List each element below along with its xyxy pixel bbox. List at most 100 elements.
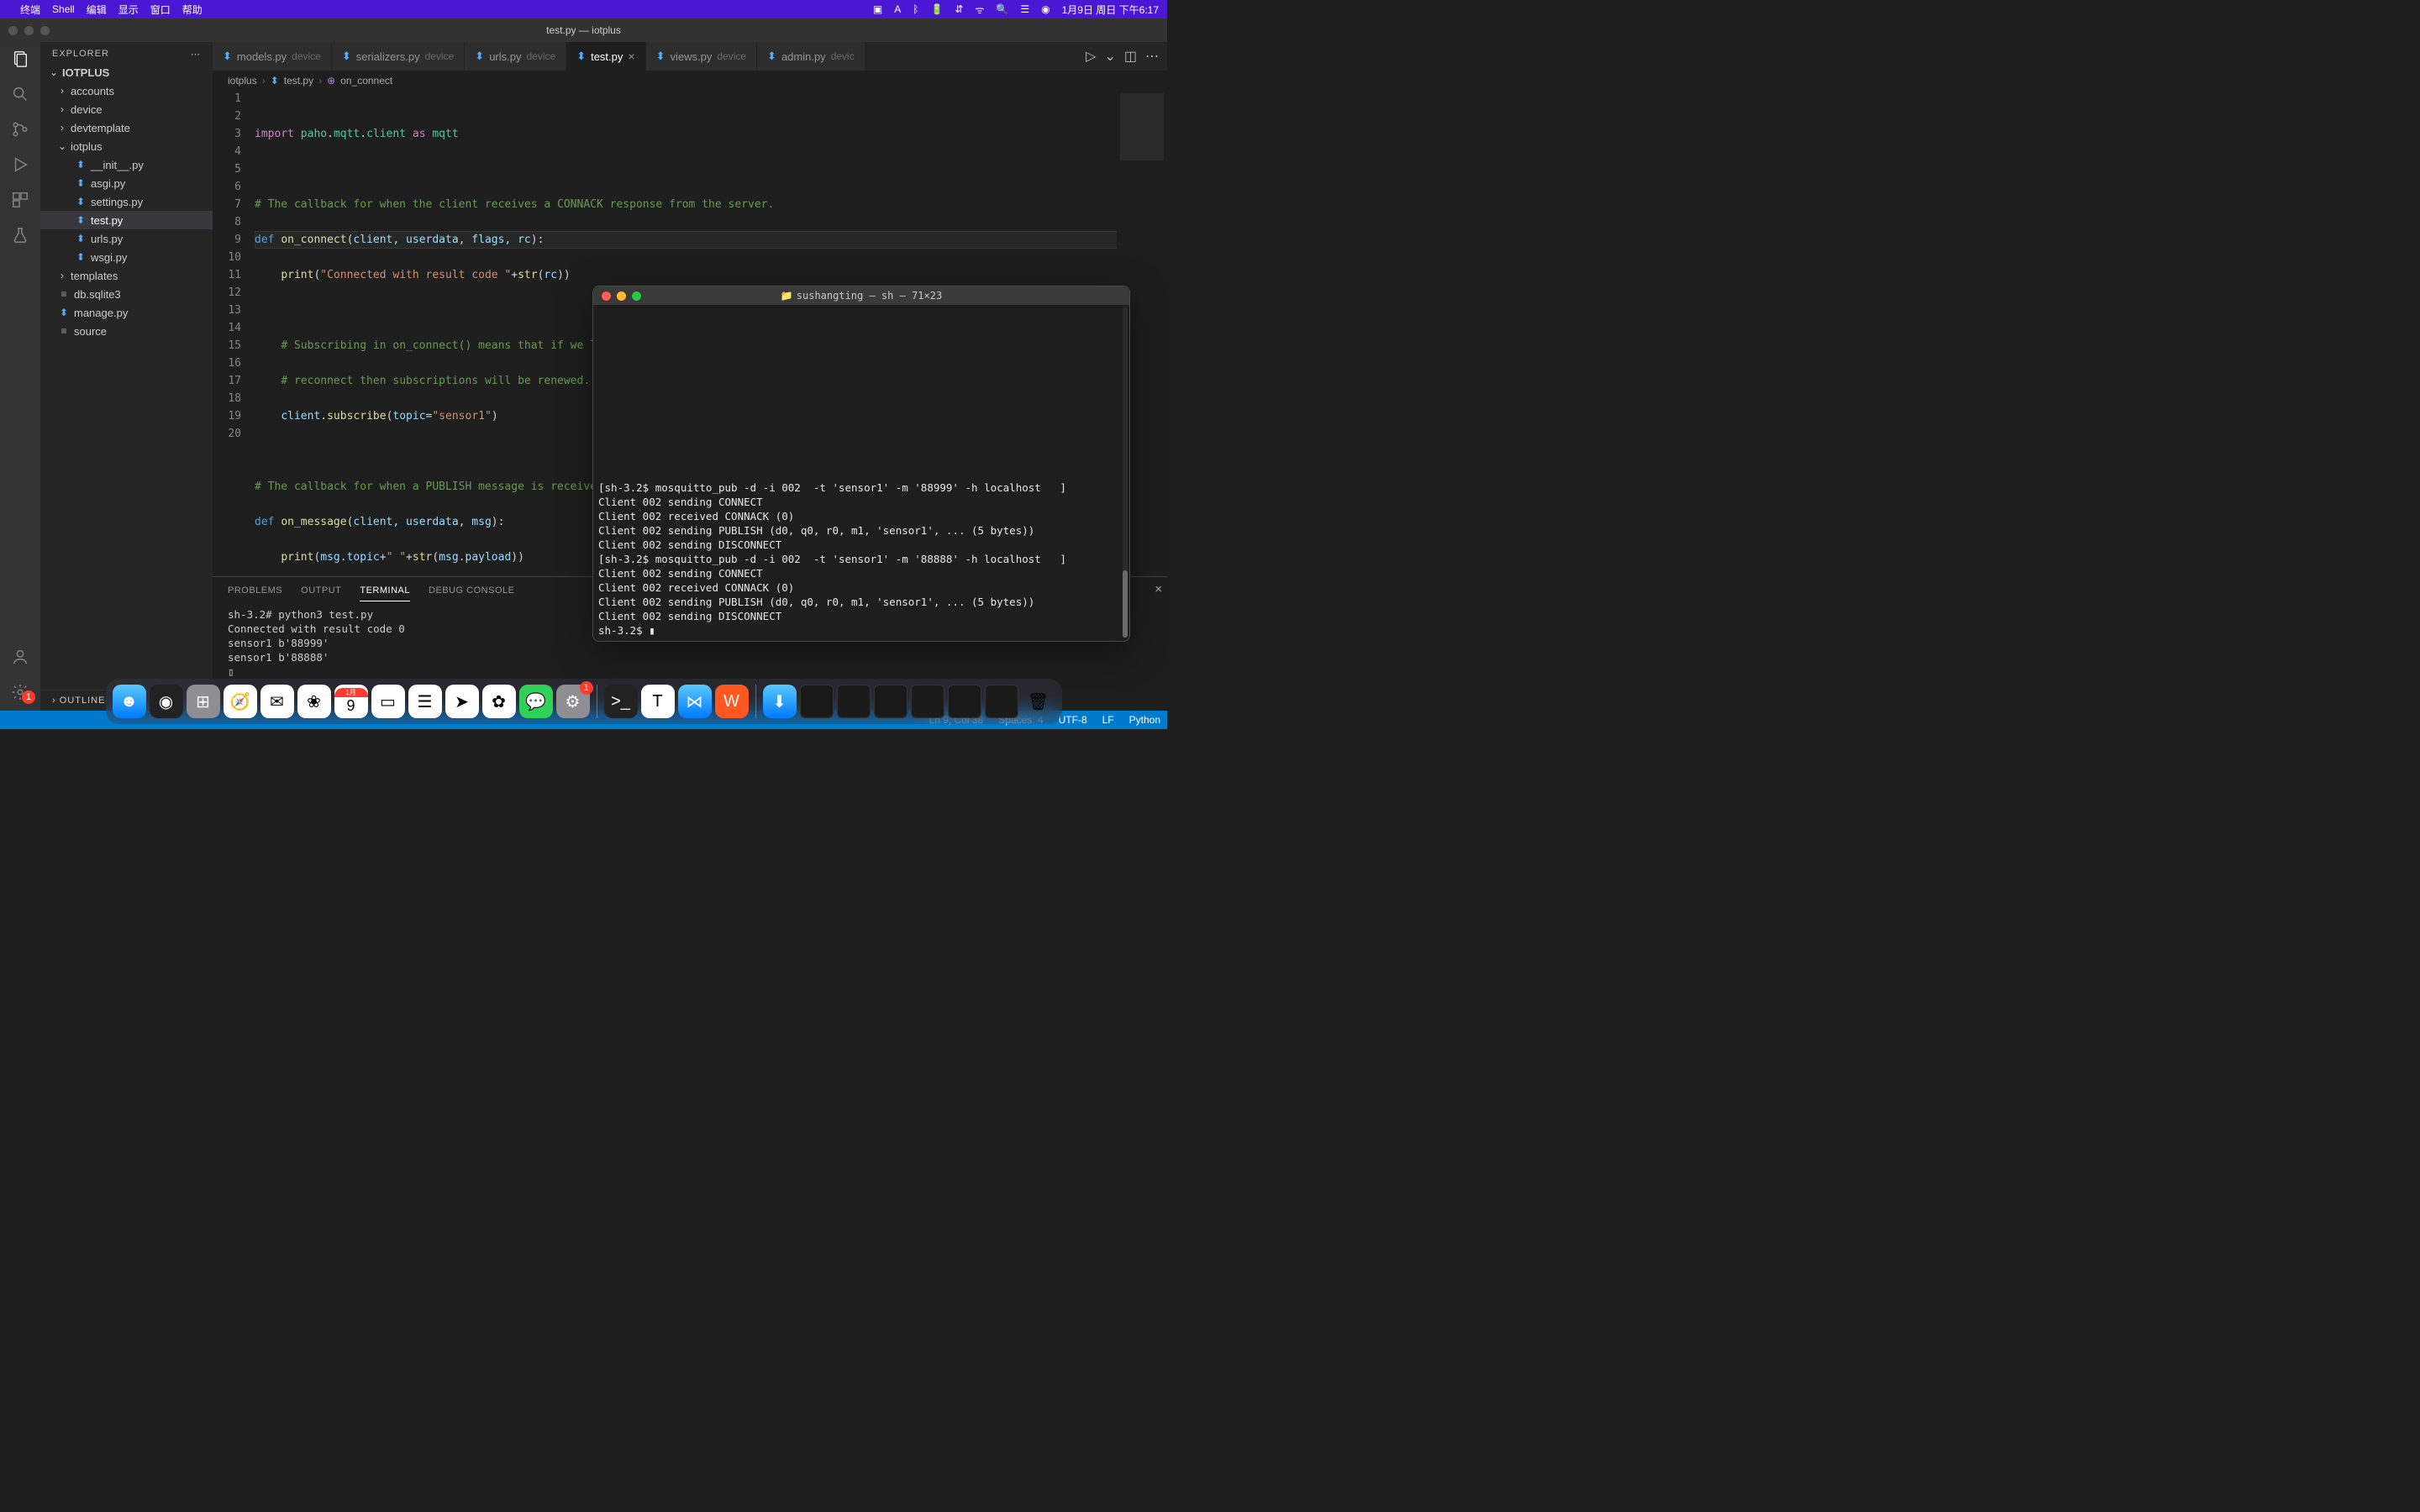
terminal-body[interactable]: [sh-3.2$ mosquitto_pub -d -i 002 -t 'sen… xyxy=(593,305,1129,641)
run-debug-icon[interactable] xyxy=(10,155,30,175)
menubar-edit[interactable]: 编辑 xyxy=(87,3,107,17)
dock-downloads[interactable]: ⬇ xyxy=(763,685,797,718)
menubar-window[interactable]: 窗口 xyxy=(150,3,171,17)
explorer-more-icon[interactable]: ⋯ xyxy=(191,49,201,60)
status-icon[interactable]: ▣ xyxy=(873,3,882,15)
menubar-view[interactable]: 显示 xyxy=(118,3,139,17)
close-dot[interactable] xyxy=(8,26,18,35)
menubar-help[interactable]: 帮助 xyxy=(182,3,203,17)
minimize-dot[interactable] xyxy=(24,26,34,35)
tab-urls[interactable]: ⬍urls.pydevice xyxy=(465,42,566,71)
settings-gear-icon[interactable]: 1 xyxy=(10,682,30,702)
panel-tab-problems[interactable]: PROBLEMS xyxy=(228,580,282,601)
dock-trash[interactable]: 🗑 xyxy=(1022,685,1055,718)
tab-admin[interactable]: ⬍admin.pydevic xyxy=(757,42,865,71)
terminal-titlebar[interactable]: 📁sushangting — sh — 71×23 xyxy=(593,286,1129,305)
account-icon[interactable] xyxy=(10,647,30,667)
terminal-minimize-dot[interactable] xyxy=(617,291,626,301)
dock-maps[interactable]: ➤ xyxy=(445,685,479,718)
file-source[interactable]: ≡source xyxy=(40,322,213,340)
spotlight-icon[interactable]: 🔍 xyxy=(996,3,1008,15)
menubar-right: ▣ A ᛒ 🔋 ⇵ ᯤ 🔍 ☰ ◉ 1月9日 周日 下午6:17 xyxy=(873,3,1159,17)
dock-textedit[interactable]: T xyxy=(641,685,675,718)
dock-photos[interactable]: ❀ xyxy=(297,685,331,718)
clock[interactable]: 1月9日 周日 下午6:17 xyxy=(1062,3,1159,17)
status-language[interactable]: Python xyxy=(1129,714,1160,726)
dock-minimized-3[interactable] xyxy=(874,685,908,718)
folder-iotplus[interactable]: ⌄iotplus xyxy=(40,137,213,155)
file-wsgi[interactable]: ⬍wsgi.py xyxy=(40,248,213,266)
terminal-close-dot[interactable] xyxy=(602,291,611,301)
more-actions-icon[interactable]: ⋯ xyxy=(1145,48,1159,65)
panel-tab-terminal[interactable]: TERMINAL xyxy=(360,580,410,601)
flask-icon[interactable] xyxy=(10,225,30,245)
dock-notes[interactable]: ▭ xyxy=(371,685,405,718)
source-control-icon[interactable] xyxy=(10,119,30,139)
battery-icon[interactable]: 🔋 xyxy=(930,3,943,15)
folder-accounts[interactable]: ›accounts xyxy=(40,81,213,100)
folder-device[interactable]: ›device xyxy=(40,100,213,118)
dock-photos2[interactable]: ✿ xyxy=(482,685,516,718)
run-icon[interactable]: ▷ xyxy=(1086,48,1096,65)
dock-messages[interactable]: 💬 xyxy=(519,685,553,718)
file-test[interactable]: ⬍test.py xyxy=(40,211,213,229)
window-title: test.py — iotplus xyxy=(546,24,621,36)
run-dropdown-icon[interactable]: ⌄ xyxy=(1104,48,1115,65)
close-tab-icon[interactable]: × xyxy=(628,50,634,63)
dock-mail[interactable]: ✉ xyxy=(260,685,294,718)
explorer-sidebar: EXPLORER ⋯ ⌄IOTPLUS ›accounts ›device ›d… xyxy=(40,42,213,711)
tab-models[interactable]: ⬍models.pydevice xyxy=(213,42,332,71)
split-editor-icon[interactable]: ◫ xyxy=(1124,48,1137,65)
status-eol[interactable]: LF xyxy=(1102,714,1114,726)
dock-finder[interactable]: ☻ xyxy=(113,685,146,718)
status-encoding[interactable]: UTF-8 xyxy=(1059,714,1087,726)
breadcrumb[interactable]: iotplus › ⬍ test.py › ⊕ on_connect xyxy=(213,71,1167,90)
dock-launchpad[interactable]: ⊞ xyxy=(187,685,220,718)
search-icon[interactable] xyxy=(10,84,30,104)
terminal-app-window[interactable]: 📁sushangting — sh — 71×23 [sh-3.2$ mosqu… xyxy=(592,286,1130,642)
menubar-shell[interactable]: Shell xyxy=(52,3,75,15)
dock-reminders[interactable]: ☰ xyxy=(408,685,442,718)
dock-minimized-6[interactable] xyxy=(985,685,1018,718)
macos-dock: ☻ ◉ ⊞ 🧭 ✉ ❀ 1月9 ▭ ☰ ➤ ✿ 💬 ⚙1 >_ T ⋈ W ⬇ … xyxy=(106,679,1062,724)
tab-test[interactable]: ⬍test.py× xyxy=(566,42,645,71)
ime-icon[interactable]: A xyxy=(894,3,901,15)
siri-icon[interactable]: ◉ xyxy=(1041,3,1050,15)
terminal-zoom-dot[interactable] xyxy=(632,291,641,301)
tab-views[interactable]: ⬍views.pydevice xyxy=(646,42,757,71)
dock-minimized-2[interactable] xyxy=(837,685,871,718)
folder-devtemplate[interactable]: ›devtemplate xyxy=(40,118,213,137)
panel-tab-output[interactable]: OUTPUT xyxy=(301,580,341,601)
zoom-dot[interactable] xyxy=(40,26,50,35)
control-center-icon[interactable]: ☰ xyxy=(1020,3,1029,15)
dock-safari[interactable]: 🧭 xyxy=(224,685,257,718)
bluetooth-icon[interactable]: ᛒ xyxy=(913,3,918,15)
dock-minimized-1[interactable] xyxy=(800,685,834,718)
extensions-icon[interactable] xyxy=(10,190,30,210)
wifi-icon[interactable]: ᯤ xyxy=(975,3,984,17)
file-asgi[interactable]: ⬍asgi.py xyxy=(40,174,213,192)
menubar-app[interactable]: 终端 xyxy=(20,3,40,17)
file-urls[interactable]: ⬍urls.py xyxy=(40,229,213,248)
editor-tabs: ⬍models.pydevice ⬍serializers.pydevice ⬍… xyxy=(213,42,1167,71)
dock-terminal[interactable]: >_ xyxy=(604,685,638,718)
dock-siri[interactable]: ◉ xyxy=(150,685,183,718)
network-icon[interactable]: ⇵ xyxy=(955,3,963,15)
explorer-icon[interactable] xyxy=(10,49,30,69)
dock-calendar[interactable]: 1月9 xyxy=(334,685,368,718)
dock-minimized-4[interactable] xyxy=(911,685,944,718)
terminal-scrollbar-thumb[interactable] xyxy=(1123,570,1128,638)
panel-close-icon[interactable]: × xyxy=(1155,582,1162,596)
tab-serializers[interactable]: ⬍serializers.pydevice xyxy=(332,42,465,71)
dock-vscode[interactable]: ⋈ xyxy=(678,685,712,718)
project-root[interactable]: ⌄IOTPLUS xyxy=(40,63,213,81)
file-init[interactable]: ⬍__init__.py xyxy=(40,155,213,174)
folder-templates[interactable]: ›templates xyxy=(40,266,213,285)
file-manage[interactable]: ⬍manage.py xyxy=(40,303,213,322)
file-settings[interactable]: ⬍settings.py xyxy=(40,192,213,211)
dock-wps[interactable]: W xyxy=(715,685,749,718)
file-tree: ⌄IOTPLUS ›accounts ›device ›devtemplate … xyxy=(40,63,213,690)
file-db[interactable]: ≡db.sqlite3 xyxy=(40,285,213,303)
panel-tab-debug[interactable]: DEBUG CONSOLE xyxy=(429,580,514,601)
dock-minimized-5[interactable] xyxy=(948,685,981,718)
